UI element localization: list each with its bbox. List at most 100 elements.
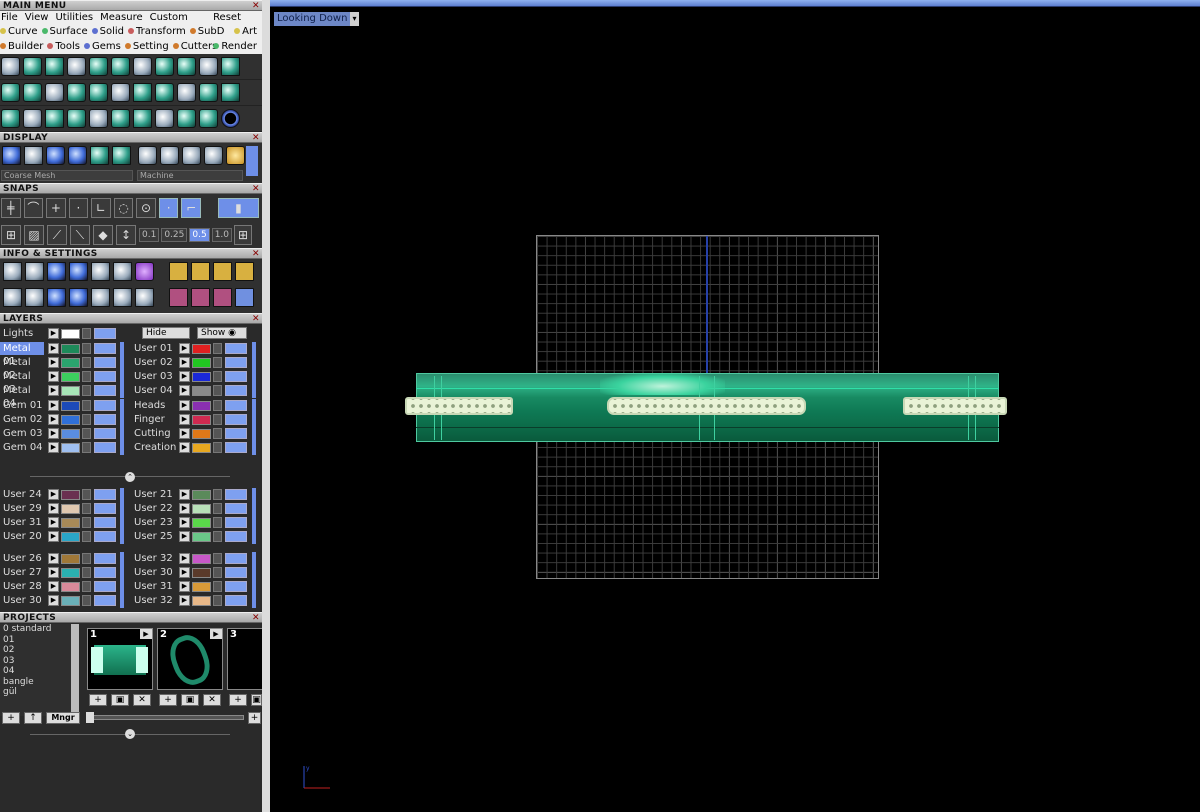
visibility-toggle[interactable] <box>225 503 247 514</box>
visibility-toggle[interactable] <box>225 400 247 411</box>
line-snap-icon[interactable]: ⟋ <box>47 224 67 245</box>
lock-icon[interactable] <box>213 517 222 528</box>
delete-icon[interactable]: ✕ <box>133 694 151 706</box>
visibility-toggle[interactable] <box>225 414 247 425</box>
expand-icon[interactable]: ▶ <box>179 385 190 396</box>
visibility-toggle[interactable] <box>225 428 247 439</box>
curve-snap-icon[interactable]: ⌒ <box>23 197 44 218</box>
visibility-toggle[interactable] <box>94 385 116 396</box>
group-bar[interactable] <box>252 342 256 398</box>
layer-color-swatch[interactable] <box>192 372 211 382</box>
expand-icon[interactable]: ▶ <box>48 567 59 578</box>
layer-color-swatch[interactable] <box>61 386 80 396</box>
layer-color-swatch[interactable] <box>61 372 80 382</box>
layer-color-swatch[interactable] <box>61 554 80 564</box>
lock-icon[interactable] <box>82 400 91 411</box>
layer-row[interactable]: User 32 ▶ <box>131 552 261 565</box>
add-project-button[interactable]: + <box>2 712 20 724</box>
category-render[interactable]: Render <box>213 39 257 54</box>
layer-color-swatch[interactable] <box>192 429 211 439</box>
project-item[interactable]: 03 <box>3 656 76 667</box>
star-box-icon[interactable] <box>67 57 86 76</box>
lock-icon[interactable] <box>213 385 222 396</box>
cone-icon[interactable] <box>89 57 108 76</box>
visibility-toggle[interactable] <box>94 581 116 592</box>
layer-color-swatch[interactable] <box>192 490 211 500</box>
visibility-toggle[interactable] <box>225 517 247 528</box>
view-select[interactable]: Looking Down <box>274 12 352 26</box>
layer-color-swatch[interactable] <box>192 401 211 411</box>
layer-name[interactable]: User 21 <box>131 488 175 501</box>
expand-icon[interactable]: ▶ <box>179 400 190 411</box>
lock-icon[interactable] <box>82 428 91 439</box>
lock-icon[interactable] <box>82 371 91 382</box>
shapes-icon[interactable] <box>1 83 20 102</box>
visibility-toggle[interactable] <box>94 414 116 425</box>
visibility-toggle[interactable] <box>94 517 116 528</box>
gem-cluster-icon[interactable] <box>1 109 20 128</box>
layer-name[interactable]: Finger <box>131 413 175 426</box>
picture-icon[interactable] <box>199 57 218 76</box>
display-toggle[interactable] <box>246 146 258 176</box>
thumb-menu-icon[interactable]: ▶ <box>210 629 222 639</box>
windows-icon[interactable] <box>3 288 22 307</box>
sun-icon[interactable] <box>45 57 64 76</box>
perp-snap-icon[interactable]: ⌐ <box>181 197 201 218</box>
layer-color-swatch[interactable] <box>61 358 80 368</box>
curve-icon[interactable] <box>45 109 64 128</box>
move-icon[interactable] <box>89 109 108 128</box>
diag-snap-icon[interactable]: ⟍ <box>70 224 90 245</box>
panel-splitter[interactable] <box>262 0 270 812</box>
lock-icon[interactable] <box>213 371 222 382</box>
thumb-size-slider[interactable] <box>86 715 244 720</box>
lock-icon[interactable] <box>82 414 91 425</box>
expand-icon[interactable]: ▶ <box>48 581 59 592</box>
lock-icon[interactable] <box>82 567 91 578</box>
lock-icon[interactable] <box>213 503 222 514</box>
lock-icon[interactable] <box>213 567 222 578</box>
lock-icon[interactable] <box>82 595 91 606</box>
wireframe-icon[interactable] <box>2 146 21 165</box>
expand-icon[interactable]: ▶ <box>48 328 59 339</box>
close-icon[interactable]: ✕ <box>252 133 260 143</box>
expand-icon[interactable]: ▶ <box>48 428 59 439</box>
save-icon[interactable]: ▣ <box>111 694 129 706</box>
layer-name[interactable]: User 32 <box>131 594 175 607</box>
expand-icon[interactable]: ▶ <box>179 517 190 528</box>
expand-icon[interactable]: ▶ <box>48 343 59 354</box>
close-icon[interactable]: ✕ <box>252 314 260 324</box>
project-item[interactable]: 04 <box>3 666 76 677</box>
layer-row[interactable]: Finger ▶ <box>131 413 261 426</box>
close-icon[interactable]: ✕ <box>252 1 260 11</box>
axis-snap-icon[interactable]: ↕ <box>116 224 136 245</box>
visibility-toggle[interactable] <box>225 531 247 542</box>
layer-row[interactable]: Metal 02 ▶ <box>0 356 130 381</box>
visibility-toggle[interactable] <box>225 553 247 564</box>
layer-name[interactable]: User 26 <box>0 552 44 565</box>
visibility-toggle[interactable] <box>94 400 116 411</box>
expand-icon[interactable]: ▶ <box>179 581 190 592</box>
viewport[interactable]: Looking Down ▾ y <box>270 0 1200 812</box>
layer-row[interactable]: Gem 03 ▶ <box>0 427 130 440</box>
visibility-toggle[interactable] <box>225 595 247 606</box>
layer-name[interactable]: User 29 <box>0 502 44 515</box>
hide-button[interactable]: Hide <box>142 327 190 339</box>
lock-icon[interactable] <box>82 385 91 396</box>
center-snap-icon[interactable]: ⊙ <box>136 197 156 218</box>
project-item[interactable]: gül <box>3 687 76 698</box>
snap-value-0-1[interactable]: 0.1 <box>139 227 160 242</box>
layer-row[interactable]: Creation ▶ <box>131 441 261 454</box>
flip-icon[interactable] <box>133 109 152 128</box>
cube-wire-icon[interactable] <box>155 83 174 102</box>
layer-name[interactable]: Metal 04 <box>0 384 44 409</box>
search-icon[interactable] <box>25 262 44 281</box>
visibility-toggle[interactable] <box>94 531 116 542</box>
lock-icon[interactable] <box>213 442 222 453</box>
stack-icon[interactable] <box>67 83 86 102</box>
gold-sphere-icon[interactable] <box>182 146 201 165</box>
sparkle-icon[interactable] <box>191 288 210 307</box>
diamond-snap-icon[interactable]: ◆ <box>93 224 113 245</box>
layer-name[interactable]: User 04 <box>131 384 175 397</box>
layer-color-swatch[interactable] <box>61 568 80 578</box>
layer-color-swatch[interactable] <box>61 582 80 592</box>
